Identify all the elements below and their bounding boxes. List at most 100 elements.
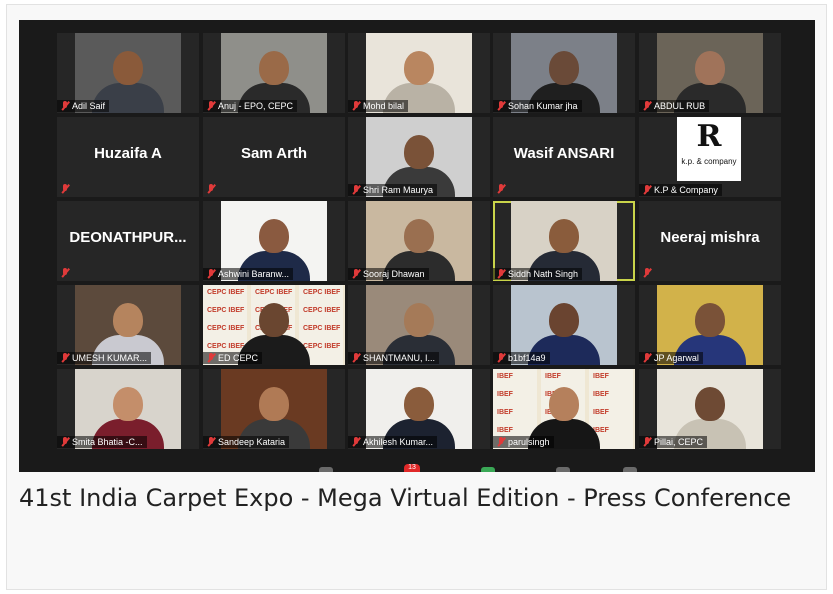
participant-name-label: SHANTMANU, I... [348, 352, 440, 364]
meeting-toolbar: 13 [19, 464, 815, 472]
participant-name-label: Siddh Nath Singh [493, 268, 583, 280]
participants-icon[interactable] [319, 467, 333, 472]
muted-mic-icon [497, 353, 505, 363]
participant-name-label: Shri Ram Maurya [348, 184, 438, 196]
participant-tile[interactable]: Rk.p. & company K.P & Company [639, 117, 781, 197]
participant-name-label: Ashwini Baranw... [203, 268, 294, 280]
muted-mic-icon [61, 101, 69, 111]
participant-tile[interactable]: Sandeep Kataria [203, 369, 345, 449]
muted-mic-icon [207, 184, 215, 194]
participant-name-label: parulsingh [493, 436, 554, 448]
participant-name-label: b1bf14a9 [493, 352, 550, 364]
participant-name: b1bf14a9 [508, 353, 546, 363]
person-head [259, 219, 289, 253]
muted-mic-icon [61, 184, 69, 194]
participant-tile[interactable]: Mohd bilal [348, 33, 490, 113]
person-head [259, 303, 289, 337]
participant-name: Smita Bhatia -C... [72, 437, 143, 447]
person-head [113, 303, 143, 337]
person-head [695, 303, 725, 337]
participant-name-label: Sooraj Dhawan [348, 268, 429, 280]
person-head [549, 219, 579, 253]
participant-name: K.P & Company [654, 185, 718, 195]
participant-tile[interactable]: Siddh Nath Singh [493, 201, 635, 281]
muted-mic-icon [207, 437, 215, 447]
participant-tile[interactable]: Akhilesh Kumar... [348, 369, 490, 449]
participant-display-name: Neeraj mishra [660, 229, 760, 246]
participant-tile[interactable]: Ashwini Baranw... [203, 201, 345, 281]
participant-name: ED CEPC [218, 353, 259, 363]
participant-name-label: Adil Saif [57, 100, 110, 112]
muted-mic-icon [643, 185, 651, 195]
person-head [549, 303, 579, 337]
reactions-icon[interactable] [623, 467, 637, 472]
person-head [259, 51, 289, 85]
participant-name: Adil Saif [72, 101, 106, 111]
logo-text: k.p. & company [681, 157, 737, 166]
participant-tile[interactable]: Shri Ram Maurya [348, 117, 490, 197]
participant-display-name: Huzaifa A [94, 145, 162, 162]
participant-tile[interactable]: Wasif ANSARI [493, 117, 635, 197]
participant-name: JP Agarwal [654, 353, 699, 363]
image-caption: 41st India Carpet Expo - Mega Virtual Ed… [19, 484, 792, 512]
participant-tile[interactable]: Huzaifa A [57, 117, 199, 197]
muted-mic-icon [352, 437, 360, 447]
participant-name: Shri Ram Maurya [363, 185, 434, 195]
participant-tile[interactable]: Anuj - EPO, CEPC [203, 33, 345, 113]
participant-name: UMESH KUMAR... [72, 353, 148, 363]
participant-tile[interactable]: IBEFIBEFIBEFIBEFIBEFIBEFIBEFIBEFIBEFIBEF… [493, 369, 635, 449]
muted-mic-icon [497, 437, 505, 447]
participant-display-name: Sam Arth [240, 145, 308, 162]
muted-mic-icon [61, 268, 69, 278]
participant-tile[interactable]: b1bf14a9 [493, 285, 635, 365]
muted-mic-icon [643, 437, 651, 447]
participant-tile[interactable]: Sohan Kumar jha [493, 33, 635, 113]
participant-name-label: UMESH KUMAR... [57, 352, 152, 364]
participant-name-label: Mohd bilal [348, 100, 409, 112]
chat-badge[interactable]: 13 [404, 464, 420, 472]
zoom-gallery-screenshot: Adil Saif Anuj - EPO, CEPC Mohd bilal Sohan… [19, 20, 815, 472]
participant-name: Sooraj Dhawan [363, 269, 425, 279]
participant-name-label: Smita Bhatia -C... [57, 436, 147, 448]
participant-name: Sandeep Kataria [218, 437, 286, 447]
person-head [404, 51, 434, 85]
participant-tile[interactable]: JP Agarwal [639, 285, 781, 365]
participant-tile[interactable]: CEPC IBEF CEPC IBEF CEPC IBEF CEPC IBEF CEPC… [203, 285, 345, 365]
muted-mic-icon [61, 437, 69, 447]
participant-tile[interactable]: DEONATHPUR... [57, 201, 199, 281]
person-head [404, 135, 434, 169]
participant-tile[interactable]: Pillai, CEPC [639, 369, 781, 449]
participant-name-label: Anuj - EPO, CEPC [203, 100, 298, 112]
muted-mic-icon [207, 353, 215, 363]
participant-display-name: Wasif ANSARI [513, 145, 615, 162]
participant-name: Sohan Kumar jha [508, 101, 578, 111]
muted-mic-icon [352, 353, 360, 363]
participant-tile[interactable]: Adil Saif [57, 33, 199, 113]
muted-mic-icon [643, 101, 651, 111]
participant-name-label: JP Agarwal [639, 352, 703, 364]
participant-tile[interactable]: Sam Arth [203, 117, 345, 197]
share-screen-icon[interactable] [481, 467, 495, 472]
logo-mark: R [696, 119, 722, 154]
participant-tile[interactable]: Sooraj Dhawan [348, 201, 490, 281]
record-icon[interactable] [556, 467, 570, 472]
person-head [695, 387, 725, 421]
muted-mic-icon [207, 101, 215, 111]
muted-mic-icon [352, 269, 360, 279]
person-head [404, 303, 434, 337]
muted-mic-icon [497, 269, 505, 279]
muted-mic-icon [643, 268, 651, 278]
participant-tile[interactable]: UMESH KUMAR... [57, 285, 199, 365]
participant-tile[interactable]: Smita Bhatia -C... [57, 369, 199, 449]
participant-name: ABDUL RUB [654, 101, 706, 111]
participant-name: Pillai, CEPC [654, 437, 704, 447]
participant-name: Ashwini Baranw... [218, 269, 290, 279]
participant-tile[interactable]: ABDUL RUB [639, 33, 781, 113]
person-head [549, 51, 579, 85]
muted-mic-icon [352, 101, 360, 111]
person-head [113, 387, 143, 421]
participant-tile[interactable]: SHANTMANU, I... [348, 285, 490, 365]
person-head [549, 387, 579, 421]
person-head [404, 387, 434, 421]
participant-tile[interactable]: Neeraj mishra [639, 201, 781, 281]
